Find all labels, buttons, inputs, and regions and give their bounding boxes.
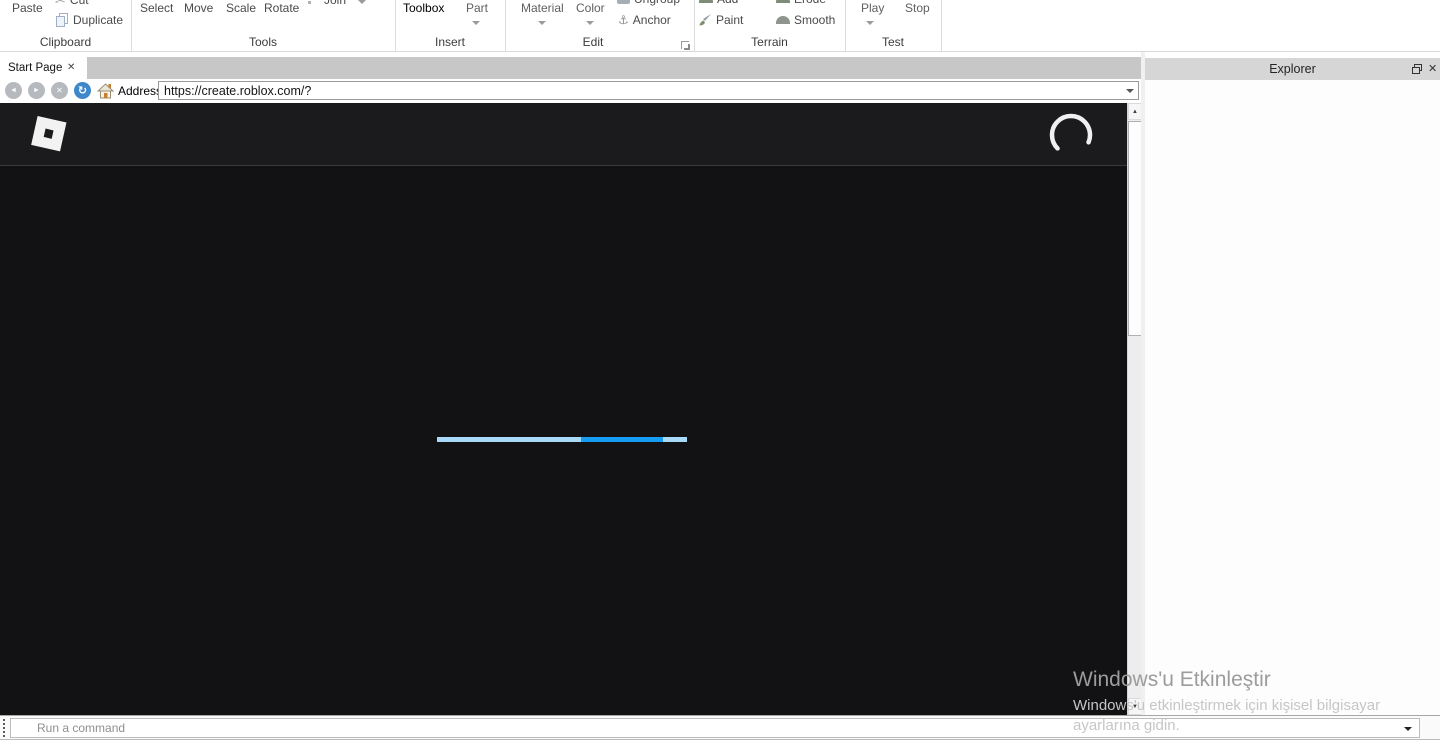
forward-icon: ► xyxy=(33,87,40,94)
terrain-erode-icon xyxy=(776,0,790,3)
terrain-erode-label: Erode xyxy=(794,0,826,6)
address-input[interactable] xyxy=(158,81,1139,100)
part-caret-icon[interactable] xyxy=(472,21,480,25)
terrain-add-button[interactable]: Add xyxy=(699,0,738,6)
scrollbar-up-button[interactable]: ▲ xyxy=(1128,103,1142,120)
loading-progress-bar xyxy=(437,437,687,442)
terrain-group-label: Terrain xyxy=(751,35,788,49)
color-button[interactable]: Color xyxy=(576,1,605,15)
smooth-icon xyxy=(776,16,790,24)
scale-tool-button[interactable]: Scale xyxy=(226,1,256,15)
stop-load-icon: ✕ xyxy=(56,86,63,95)
part-button[interactable]: Part xyxy=(466,1,488,15)
ungroup-label: Ungroup xyxy=(634,0,680,6)
terrain-erode-button[interactable]: Erode xyxy=(776,0,826,6)
start-page-webview[interactable] xyxy=(0,103,1127,715)
terrain-paint-button[interactable]: Paint xyxy=(698,13,743,27)
back-icon: ◄ xyxy=(10,87,17,94)
test-group-label: Test xyxy=(881,35,904,49)
address-dropdown-icon[interactable] xyxy=(1126,89,1134,93)
tools-group-label: Tools xyxy=(248,35,277,49)
scroll-down-icon: ▼ xyxy=(1132,704,1138,710)
scrollbar-down-button[interactable]: ▼ xyxy=(1128,698,1142,715)
join-icon xyxy=(308,0,320,5)
command-bar xyxy=(0,715,1440,740)
material-button[interactable]: Material xyxy=(521,1,564,15)
ungroup-icon xyxy=(617,0,630,4)
paste-button[interactable]: Paste xyxy=(12,1,43,15)
play-caret-icon[interactable] xyxy=(866,21,874,25)
stop-button[interactable]: Stop xyxy=(905,1,930,15)
webview-scrollbar[interactable]: ▲ ▼ xyxy=(1127,103,1142,715)
scissors-icon: ✂ xyxy=(55,0,66,8)
duplicate-button[interactable]: Duplicate xyxy=(56,13,123,27)
home-icon[interactable] xyxy=(97,83,114,99)
ribbon-toolbar: Paste ✂ Cut Duplicate Clipboard Select M… xyxy=(0,0,1440,52)
close-panel-icon[interactable]: ✕ xyxy=(1428,62,1437,75)
scrollbar-thumb[interactable] xyxy=(1128,121,1142,336)
document-tab-bar: Start Page ✕ xyxy=(0,57,1141,79)
duplicate-icon xyxy=(56,13,69,27)
play-button[interactable]: Play xyxy=(861,1,884,15)
anchor-button[interactable]: ⚓ Anchor xyxy=(618,13,671,27)
ungroup-button[interactable]: Ungroup xyxy=(617,0,680,6)
terrain-paint-label: Paint xyxy=(716,13,744,27)
loading-progress-fill xyxy=(581,437,663,442)
material-caret-icon[interactable] xyxy=(538,21,546,25)
forward-button[interactable]: ► xyxy=(28,82,45,99)
terrain-add-label: Add xyxy=(717,0,738,6)
back-button[interactable]: ◄ xyxy=(5,82,22,99)
edit-group-label: Edit xyxy=(582,35,604,49)
stop-load-button[interactable]: ✕ xyxy=(51,82,68,99)
join-button[interactable]: Join xyxy=(308,0,346,7)
edit-dialog-launcher-icon[interactable] xyxy=(681,41,690,50)
roblox-logo-icon xyxy=(31,116,67,152)
move-tool-button[interactable]: Move xyxy=(184,1,213,15)
terrain-smooth-button[interactable]: Smooth xyxy=(776,13,835,27)
start-page-header xyxy=(0,103,1127,166)
tab-start-page-label: Start Page xyxy=(8,62,63,74)
duplicate-label: Duplicate xyxy=(73,13,124,27)
loading-spinner-icon xyxy=(1049,113,1093,157)
paint-brush-icon xyxy=(699,14,711,26)
group-separator xyxy=(941,0,942,51)
anchor-label: Anchor xyxy=(632,13,671,27)
explorer-header[interactable]: Explorer ✕ xyxy=(1145,58,1440,80)
roblox-studio-window: Paste ✂ Cut Duplicate Clipboard Select M… xyxy=(0,0,1440,752)
cut-label: Cut xyxy=(69,0,89,7)
rotate-tool-button[interactable]: Rotate xyxy=(264,1,299,15)
join-label: Join xyxy=(324,0,347,7)
explorer-panel: Explorer ✕ xyxy=(1145,58,1440,715)
tab-start-page[interactable]: Start Page ✕ xyxy=(0,57,87,79)
explorer-title: Explorer xyxy=(1269,62,1316,76)
join-caret-icon[interactable] xyxy=(358,0,366,4)
address-label: Address xyxy=(118,84,163,98)
refresh-icon: ↻ xyxy=(77,85,88,97)
select-tool-button[interactable]: Select xyxy=(140,1,173,15)
scroll-up-icon: ▲ xyxy=(1132,109,1138,115)
command-bar-grip[interactable] xyxy=(2,719,6,737)
browser-nav-bar: ◄ ► ✕ ↻ Address xyxy=(0,79,1141,103)
toolbox-button[interactable]: Toolbox xyxy=(403,1,444,15)
clipboard-group-label: Clipboard xyxy=(39,35,92,49)
terrain-smooth-label: Smooth xyxy=(794,13,836,27)
float-panel-icon[interactable] xyxy=(1412,64,1422,74)
cut-button[interactable]: ✂ Cut xyxy=(55,0,89,7)
anchor-icon: ⚓ xyxy=(618,12,629,27)
command-dropdown-icon[interactable] xyxy=(1404,727,1412,731)
color-caret-icon[interactable] xyxy=(586,21,594,25)
run-command-input[interactable] xyxy=(10,718,1420,738)
tab-close-icon[interactable]: ✕ xyxy=(67,61,75,74)
insert-group-label: Insert xyxy=(434,35,465,49)
terrain-add-icon xyxy=(699,0,713,3)
refresh-button[interactable]: ↻ xyxy=(74,82,91,99)
